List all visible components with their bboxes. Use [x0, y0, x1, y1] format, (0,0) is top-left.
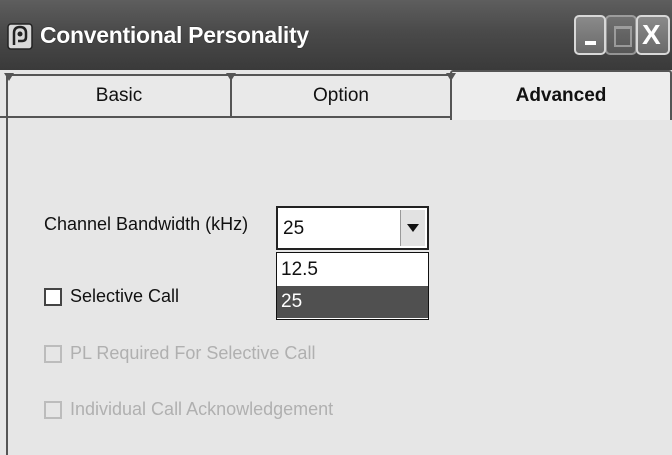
tab-notch-icon [4, 73, 14, 81]
channel-bandwidth-value: 25 [283, 218, 305, 239]
tab-advanced[interactable]: Advanced [446, 70, 672, 120]
pl-required-checkbox[interactable] [44, 345, 62, 363]
dropdown-option[interactable]: 12.5 [277, 254, 428, 286]
pl-required-label: PL Required For Selective Call [70, 343, 316, 363]
maximize-button[interactable] [605, 15, 637, 55]
tab-option-label: Option [313, 85, 369, 106]
individual-call-ack-label: Individual Call Acknowledgement [70, 399, 334, 419]
tab-advanced-label: Advanced [515, 85, 607, 106]
close-button[interactable]: X [636, 15, 670, 55]
minimize-icon [585, 41, 596, 45]
individual-call-ack-checkbox[interactable] [44, 401, 62, 419]
maximize-icon [614, 26, 632, 47]
close-icon: X [642, 19, 661, 50]
window-title: Conventional Personality [40, 22, 309, 48]
dropdown-option-selected[interactable]: 25 [277, 286, 428, 318]
tab-option[interactable]: Option [226, 73, 452, 116]
title-bar[interactable]: Conventional Personality X [0, 0, 672, 70]
channel-bandwidth-select[interactable]: 25 [276, 206, 429, 250]
selective-call-checkbox[interactable] [44, 288, 62, 306]
tab-notch-icon [226, 73, 236, 81]
tab-basic[interactable]: Basic [4, 73, 232, 116]
minimize-button[interactable] [574, 15, 606, 55]
channel-bandwidth-label: Channel Bandwidth (kHz) [44, 214, 249, 234]
tab-notch-icon [446, 73, 456, 81]
dialog-window: Conventional Personality X Basic Option … [0, 0, 672, 455]
tab-strip: Basic Option Advanced [0, 70, 672, 120]
channel-bandwidth-dropdown-list: 12.5 25 [276, 252, 429, 320]
selective-call-label: Selective Call [70, 286, 180, 306]
dropdown-button[interactable] [400, 210, 425, 246]
chevron-down-icon [407, 224, 419, 232]
app-icon [7, 23, 33, 50]
tab-basic-label: Basic [95, 85, 143, 106]
